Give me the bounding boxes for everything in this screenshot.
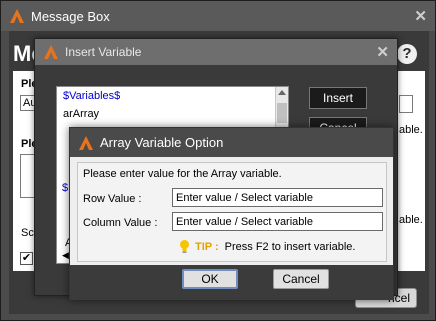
array-option-panel: Please enter value for the Array variabl… — [77, 162, 387, 262]
insert-button[interactable]: Insert — [309, 87, 367, 109]
lightbulb-icon — [180, 240, 189, 253]
column-value-label: Column Value : — [83, 217, 158, 229]
array-option-title: Array Variable Option — [100, 135, 224, 150]
close-icon[interactable]: ✕ — [414, 7, 427, 25]
insert-variable-title: Insert Variable — [65, 45, 142, 59]
message-box-titlebar: Message Box ✕ — [1, 1, 435, 31]
app-logo-icon — [44, 45, 58, 59]
insert-variable-titlebar: Insert Variable ✕ — [35, 39, 397, 65]
ok-button[interactable]: OK — [182, 269, 238, 289]
list-item[interactable]: $Variables$ — [57, 87, 288, 105]
app-logo-icon — [10, 9, 24, 23]
scroll-thumb[interactable] — [277, 103, 287, 123]
array-variable-option-dialog: Array Variable Option Please enter value… — [69, 127, 394, 300]
list-item[interactable]: arArray — [57, 105, 288, 123]
tip-label: TIP : — [195, 240, 219, 253]
message-box-title: Message Box — [31, 8, 110, 24]
tip-text: Press F2 to insert variable. — [224, 240, 356, 253]
message-checkbox[interactable]: ✔ — [20, 252, 33, 265]
help-icon[interactable]: ? — [397, 44, 417, 64]
scroll-up-arrow-icon[interactable] — [278, 90, 286, 95]
scroll-left-arrow-icon[interactable]: ◀ — [62, 250, 69, 261]
array-option-titlebar: Array Variable Option — [70, 128, 393, 157]
app-logo-icon — [79, 135, 93, 150]
message-fragment-able-2: able. — [399, 214, 423, 226]
close-icon[interactable]: ✕ — [376, 43, 389, 61]
message-label-sc: Sc — [21, 227, 34, 239]
cancel-button[interactable]: Cancel — [273, 269, 329, 289]
array-option-footer: OK Cancel — [70, 265, 393, 300]
message-fragment-able-1: able. — [399, 124, 423, 136]
array-option-prompt: Please enter value for the Array variabl… — [83, 168, 282, 180]
message-field-right[interactable] — [399, 95, 413, 113]
column-value-input[interactable] — [172, 212, 383, 231]
list-item-fragment: $ — [62, 182, 69, 194]
row-value-input[interactable] — [172, 188, 383, 207]
tip-row: TIP : Press F2 to insert variable. — [178, 239, 355, 254]
row-value-label: Row Value : — [83, 193, 142, 205]
